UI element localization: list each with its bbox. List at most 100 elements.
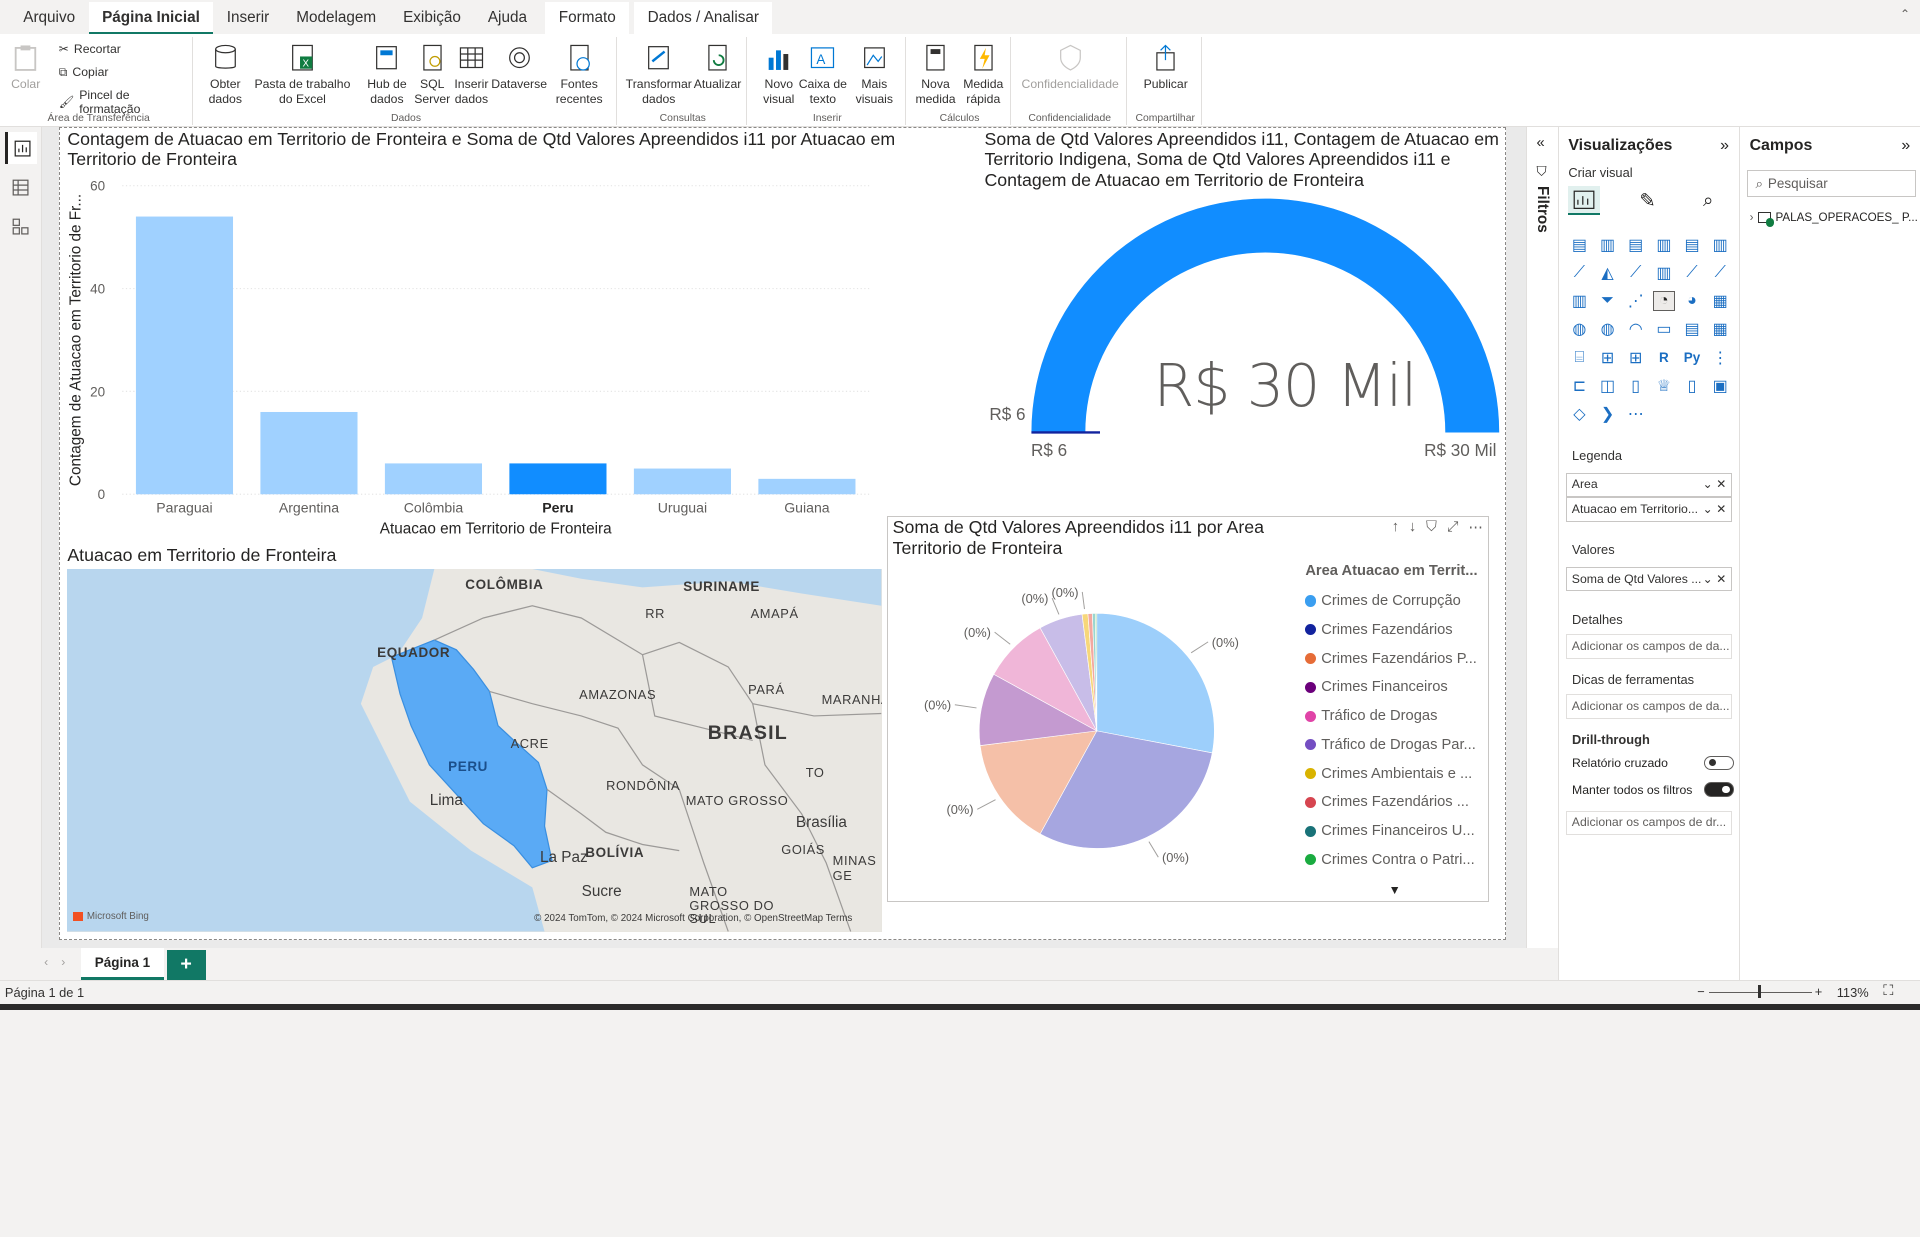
format-visual-tab-icon[interactable]: ✎: [1639, 189, 1655, 213]
visual-type-icon[interactable]: ▥: [1597, 235, 1619, 255]
tab-insert[interactable]: Inserir: [213, 2, 282, 34]
visual-type-icon[interactable]: Py: [1681, 348, 1703, 368]
visual-type-icon[interactable]: ⋮: [1709, 348, 1731, 368]
drill-up-icon[interactable]: ↑: [1392, 519, 1399, 536]
tab-help[interactable]: Ajuda: [474, 2, 540, 34]
build-visual-tab-icon[interactable]: [1568, 186, 1601, 216]
copy-button[interactable]: ⧉ Copiar: [59, 65, 109, 80]
paste-button[interactable]: Colar: [10, 42, 42, 92]
tab-data-analyze[interactable]: Dados / Analisar: [634, 2, 773, 35]
focus-mode-icon[interactable]: ⤢: [1447, 519, 1459, 536]
legend-item[interactable]: Tráfico de Drogas Par...: [1305, 730, 1489, 759]
sensitivity-button[interactable]: Confidencialidade: [1019, 42, 1122, 92]
visual-type-icon[interactable]: ⊞: [1625, 348, 1647, 368]
add-page-button[interactable]: +: [166, 950, 206, 980]
legend-item[interactable]: Crimes Fazendários: [1305, 615, 1489, 644]
pie-chart[interactable]: (0%)(0%)(0%)(0%)(0%)(0%) (0%): [918, 557, 1298, 900]
new-measure-button[interactable]: Nova medida: [913, 42, 957, 107]
visual-type-icon[interactable]: ▭: [1653, 320, 1675, 340]
remove-field-icon[interactable]: ⌄ ✕: [1703, 572, 1727, 587]
bar[interactable]: [136, 216, 234, 495]
visual-type-icon[interactable]: ▥: [1653, 235, 1675, 255]
refresh-button[interactable]: Atualizar: [693, 42, 742, 92]
visual-type-icon[interactable]: ◭: [1597, 263, 1619, 283]
map-visual[interactable]: COLÔMBIA SURINAME EQUADOR RR AMAPÁ AMAZO…: [67, 569, 882, 932]
visual-type-icon[interactable]: ▤: [1681, 235, 1703, 255]
visual-type-icon[interactable]: ⊞: [1597, 348, 1619, 368]
visual-type-icon[interactable]: ◕: [1681, 291, 1703, 311]
visual-type-icon[interactable]: ◫: [1597, 376, 1619, 396]
visual-type-icon[interactable]: ⋯: [1625, 404, 1647, 424]
more-options-icon[interactable]: ⋯: [1468, 519, 1483, 536]
visual-type-icon[interactable]: ◍: [1597, 320, 1619, 340]
visual-type-icon[interactable]: ◍: [1568, 320, 1590, 340]
cross-report-toggle[interactable]: [1704, 755, 1734, 771]
visual-type-icon[interactable]: ▤: [1681, 320, 1703, 340]
collapse-fields-icon[interactable]: »: [1901, 137, 1910, 155]
legend-field-area[interactable]: Area ⌄ ✕: [1565, 472, 1733, 498]
values-field[interactable]: Soma de Qtd Valores ... ⌄ ✕: [1565, 566, 1733, 592]
visual-type-icon[interactable]: ❯: [1597, 404, 1619, 424]
legend-item[interactable]: Crimes Financeiros: [1305, 673, 1489, 702]
data-hub-button[interactable]: Hub de dados: [362, 42, 411, 107]
bar-chart[interactable]: 0 20 40 60 Paraguai Argentina Colômbia Peru Urug…: [61, 171, 894, 538]
visual-type-icon[interactable]: ⟋: [1625, 263, 1647, 283]
visual-type-icon[interactable]: ▦: [1709, 320, 1731, 340]
visual-type-icon[interactable]: ⏷: [1597, 291, 1619, 311]
sql-server-button[interactable]: SQL Server: [414, 42, 451, 107]
recent-sources-button[interactable]: Fontes recentes: [551, 42, 607, 107]
legend-item[interactable]: Crimes de Corrupção: [1305, 587, 1489, 616]
bar[interactable]: [509, 463, 607, 495]
table-view-icon[interactable]: [5, 171, 37, 203]
excel-button[interactable]: X Pasta de trabalho do Excel: [247, 42, 357, 107]
bar[interactable]: [385, 463, 483, 495]
visual-type-icon[interactable]: ⌸: [1568, 348, 1590, 368]
remove-field-icon[interactable]: ⌄ ✕: [1703, 477, 1727, 492]
tab-home[interactable]: Página Inicial: [88, 2, 214, 35]
fit-page-icon[interactable]: ⛶: [1883, 983, 1893, 999]
visual-type-icon[interactable]: ▯: [1681, 376, 1703, 396]
page-nav-prev-icon[interactable]: ‹: [44, 955, 48, 969]
tab-modeling[interactable]: Modelagem: [283, 2, 390, 34]
map-copyright[interactable]: © 2024 TomTom, © 2024 Microsoft Corporat…: [534, 913, 852, 924]
visual-type-icon[interactable]: ⊏: [1568, 376, 1590, 396]
visual-type-icon[interactable]: ▦: [1709, 291, 1731, 311]
legend-item[interactable]: Crimes Ambientais e ...: [1305, 759, 1489, 788]
visual-type-icon[interactable]: ⋰: [1625, 291, 1647, 311]
filters-pane-collapsed[interactable]: « ⛉ Filtros: [1525, 127, 1558, 948]
bar[interactable]: [260, 412, 358, 495]
zoom-slider-thumb[interactable]: [1758, 985, 1761, 998]
visual-type-icon[interactable]: ▥: [1568, 291, 1590, 311]
dataverse-button[interactable]: Dataverse: [491, 42, 547, 92]
pie-slice[interactable]: [1096, 613, 1215, 754]
visual-type-icon[interactable]: ◔: [1652, 291, 1675, 311]
visual-type-icon[interactable]: R: [1653, 348, 1675, 368]
visual-type-icon[interactable]: ▤: [1625, 235, 1647, 255]
enter-data-button[interactable]: Inserir dados: [453, 42, 490, 107]
visual-type-icon[interactable]: ⟋: [1709, 263, 1731, 283]
visual-type-icon[interactable]: ▯: [1625, 376, 1647, 396]
quick-measure-button[interactable]: Medida rápida: [960, 42, 1007, 107]
remove-field-icon[interactable]: ⌄ ✕: [1703, 502, 1727, 517]
visual-type-icon[interactable]: ⟋: [1568, 263, 1590, 283]
details-drop-zone[interactable]: Adicionar os campos de da...: [1565, 634, 1733, 659]
text-box-button[interactable]: A Caixa de texto: [798, 42, 847, 107]
drill-drop-zone[interactable]: Adicionar os campos de dr...: [1565, 810, 1733, 836]
publish-button[interactable]: Publicar: [1141, 42, 1190, 92]
legend-scroll-down-icon[interactable]: ▼: [1389, 883, 1401, 897]
more-visuals-button[interactable]: Mais visuais: [850, 42, 899, 107]
visual-type-icon[interactable]: ◇: [1568, 404, 1590, 424]
transform-data-button[interactable]: Transformar dados: [624, 42, 693, 107]
visual-type-icon[interactable]: ▤: [1568, 235, 1590, 255]
report-view-icon[interactable]: [4, 132, 37, 165]
new-visual-button[interactable]: Novo visual: [757, 42, 801, 107]
tooltips-drop-zone[interactable]: Adicionar os campos de da...: [1565, 694, 1733, 719]
tab-file[interactable]: Arquivo: [10, 2, 89, 34]
page-nav-next-icon[interactable]: ›: [61, 955, 65, 969]
field-table-item[interactable]: › PALAS_OPERACOES_ P...: [1750, 211, 1918, 227]
keep-filters-toggle[interactable]: [1704, 782, 1734, 798]
visual-type-icon[interactable]: ▥: [1709, 235, 1731, 255]
bar[interactable]: [634, 468, 732, 495]
visual-type-icon[interactable]: ⟋: [1681, 263, 1703, 283]
legend-item[interactable]: Crimes Fazendários P...: [1305, 644, 1489, 673]
